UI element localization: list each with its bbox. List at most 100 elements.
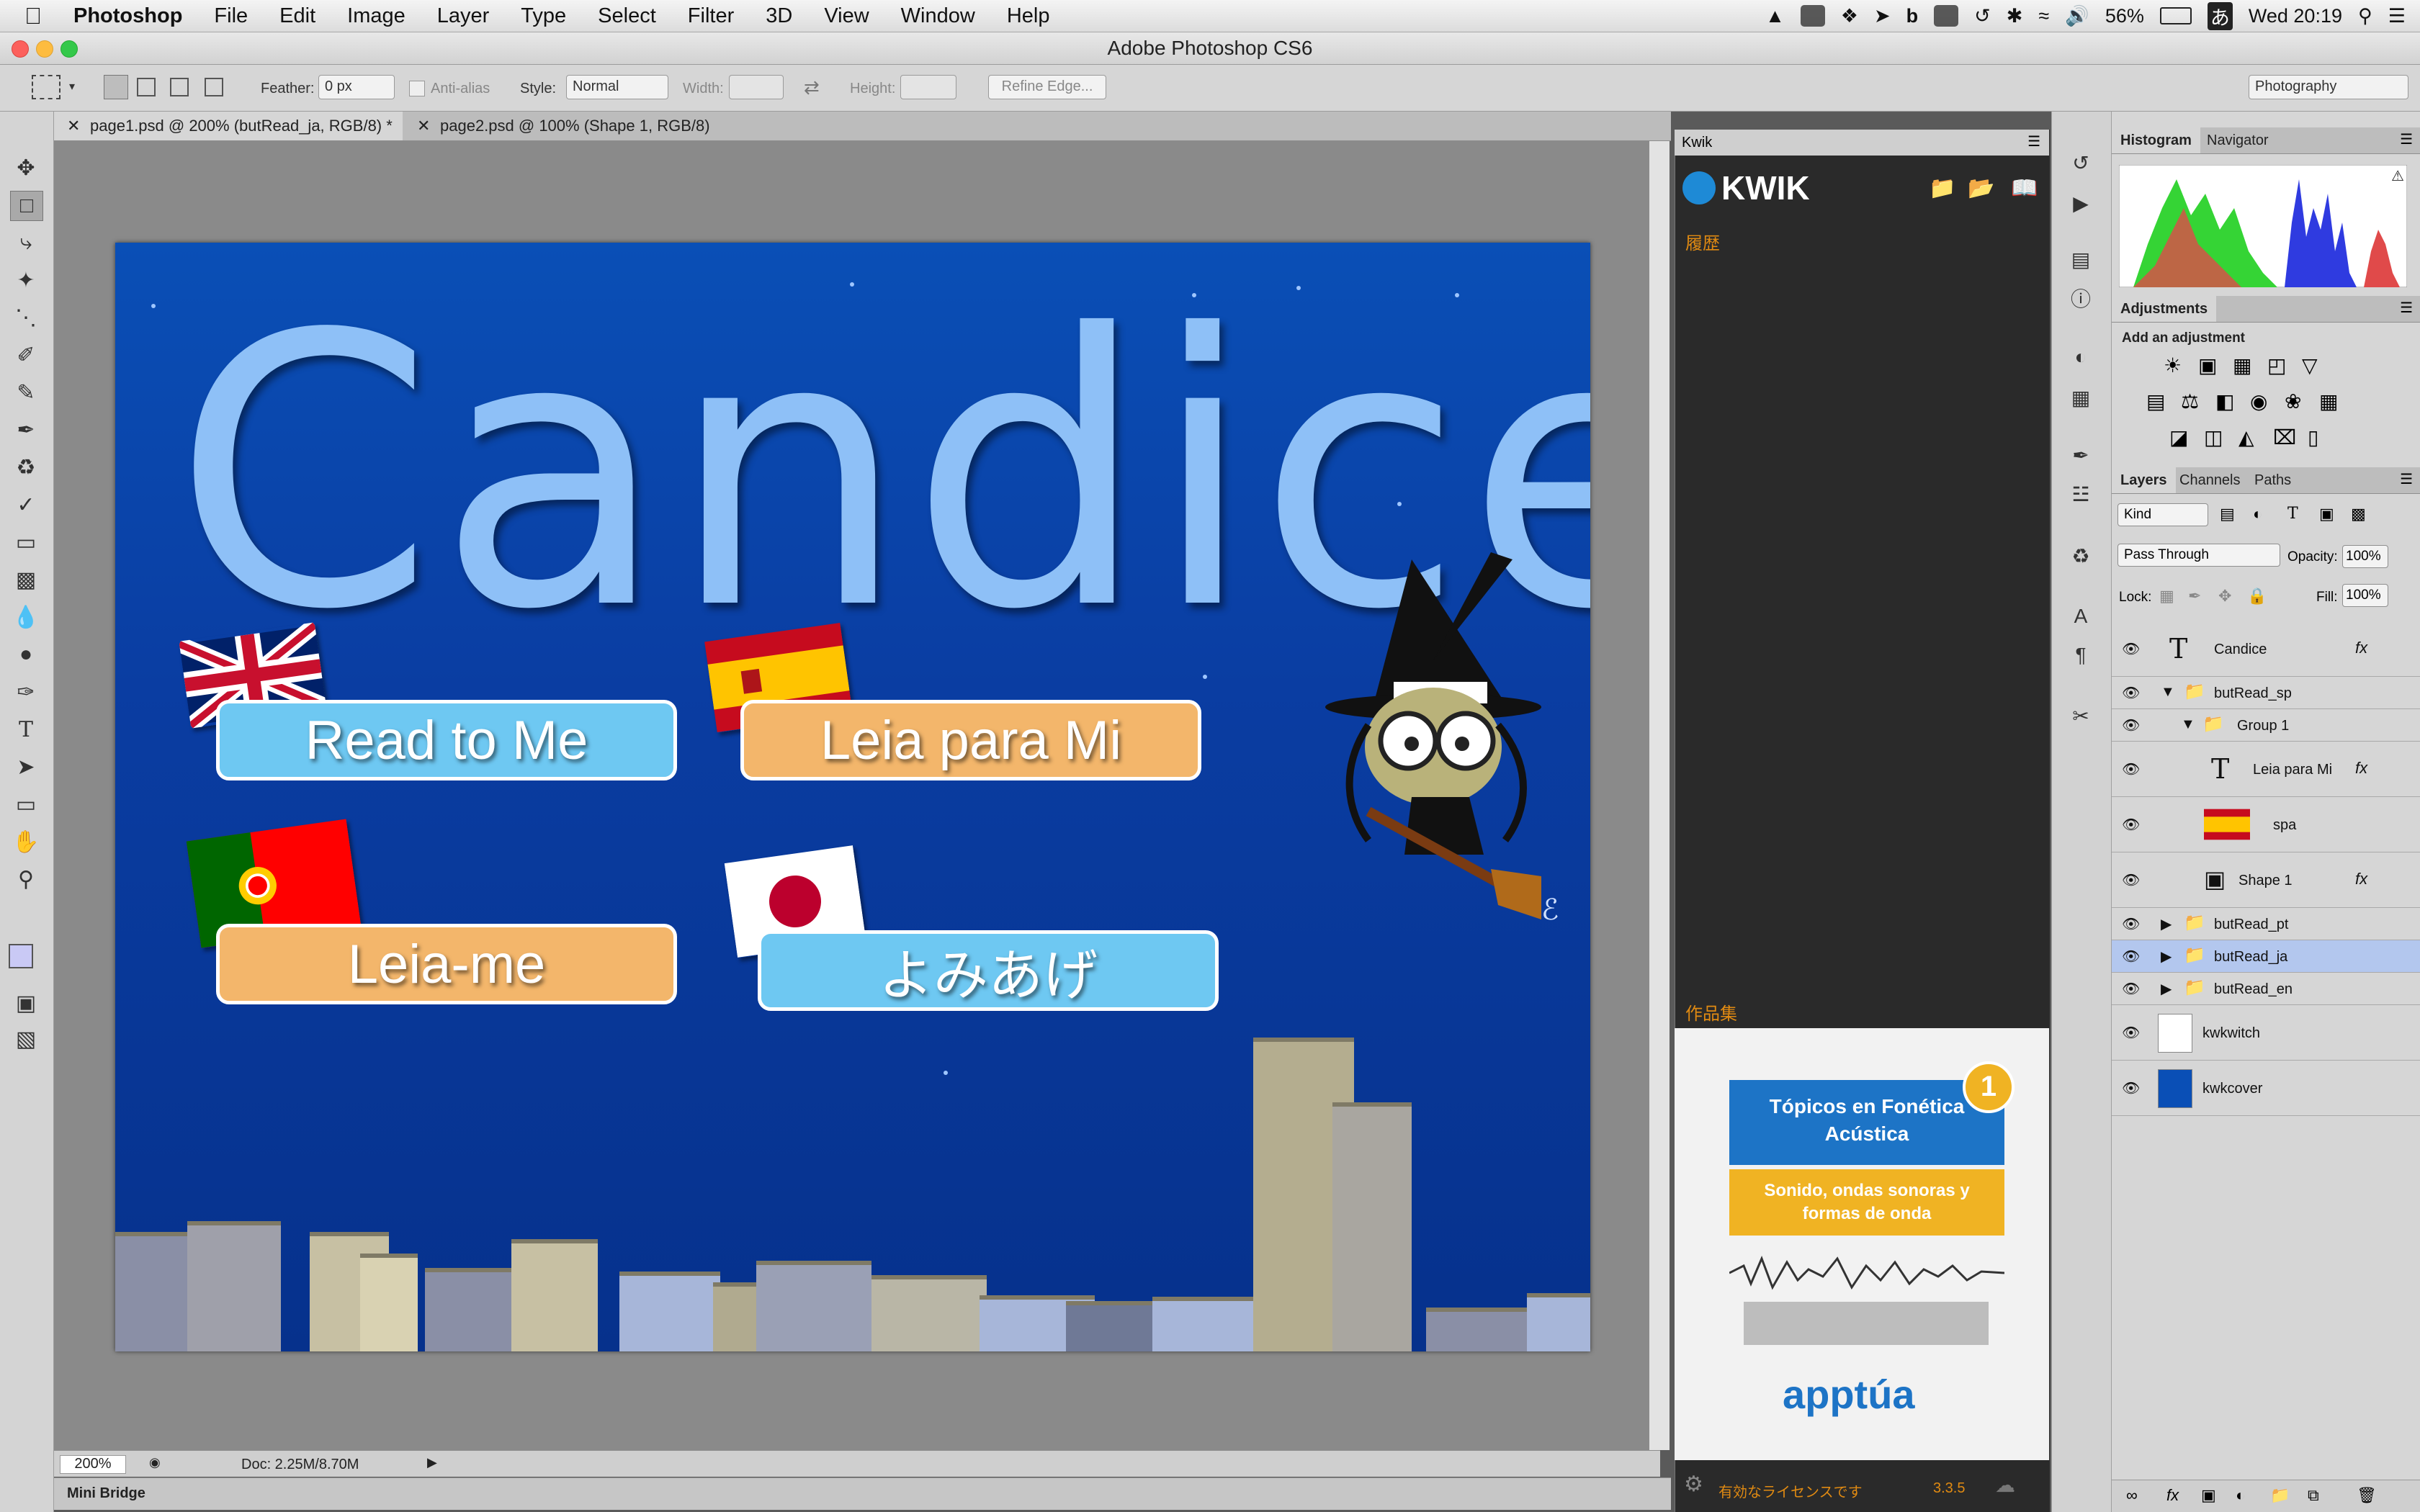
quick-mask-icon[interactable]: ▣: [10, 989, 42, 1017]
visibility-eye-icon[interactable]: 👁: [2122, 716, 2140, 734]
layer-row-butread-en[interactable]: 👁 ▶ 📁 butRead_en: [2112, 973, 2420, 1005]
character-panel-icon[interactable]: A: [2065, 603, 2097, 630]
canvas-vertical-scrollbar[interactable]: [1649, 141, 1670, 1450]
menu-3d[interactable]: 3D: [750, 4, 808, 28]
layer-name[interactable]: Leia para Mi: [2253, 762, 2332, 778]
menu-edit[interactable]: Edit: [264, 4, 331, 28]
workspace-select[interactable]: Photography: [2249, 75, 2408, 99]
layer-row-kwkcover[interactable]: 👁 kwkcover: [2112, 1061, 2420, 1116]
menu-type[interactable]: Type: [505, 4, 582, 28]
panel-menu-icon[interactable]: ☰: [2400, 299, 2413, 317]
proof-icon[interactable]: ◉: [149, 1455, 161, 1470]
lock-all-icon[interactable]: 🔒: [2247, 587, 2267, 606]
layer-row-spa[interactable]: 👁 spa: [2112, 797, 2420, 852]
clone-source-icon[interactable]: ♻: [2065, 542, 2097, 570]
layer-row-candice[interactable]: 👁 T Candice fx: [2112, 621, 2420, 677]
add-style-icon[interactable]: fx: [2166, 1486, 2179, 1505]
gradient-map-icon[interactable]: ▯: [2308, 426, 2318, 449]
tray-icon-1[interactable]: [1800, 5, 1825, 27]
input-method-indicator[interactable]: あ: [2207, 1, 2233, 30]
visibility-eye-icon[interactable]: 👁: [2122, 684, 2140, 702]
layer-name[interactable]: butRead_ja: [2214, 949, 2287, 966]
visibility-eye-icon[interactable]: 👁: [2122, 1079, 2140, 1097]
properties-panel-icon[interactable]: ▤: [2065, 246, 2097, 273]
black-white-icon[interactable]: ◧: [2215, 390, 2234, 413]
notification-icon[interactable]: ▲: [1765, 5, 1785, 27]
tray-icon-2[interactable]: ➤: [1874, 5, 1891, 27]
menu-image[interactable]: Image: [331, 4, 421, 28]
blend-mode-select[interactable]: Pass Through: [2118, 544, 2280, 567]
close-tab-icon[interactable]: ✕: [67, 112, 80, 140]
shape-tool-icon[interactable]: ▭: [10, 790, 42, 819]
visibility-eye-icon[interactable]: 👁: [2122, 980, 2140, 998]
layer-row-butread-pt[interactable]: 👁 ▶ 📁 butRead_pt: [2112, 908, 2420, 940]
foreground-color-swatch[interactable]: [9, 944, 33, 968]
zoom-tool-icon[interactable]: ⚲: [10, 865, 42, 894]
leia-para-mi-button[interactable]: Leia para Mi: [740, 700, 1201, 780]
curves-icon[interactable]: ▦: [2233, 354, 2251, 377]
delete-layer-icon[interactable]: 🗑: [2357, 1486, 2377, 1505]
invert-icon[interactable]: ◪: [2169, 426, 2188, 449]
layer-name[interactable]: Shape 1: [2238, 873, 2293, 889]
tab-navigator[interactable]: Navigator: [2198, 127, 2277, 153]
tray-icon-b[interactable]: b: [1906, 5, 1919, 27]
layer-row-kwkwitch[interactable]: 👁 kwkwitch: [2112, 1005, 2420, 1061]
screen-mode-icon[interactable]: ▧: [10, 1025, 42, 1053]
clock[interactable]: Wed 20:19: [2249, 5, 2342, 27]
volume-icon[interactable]: 🔊: [2065, 4, 2089, 27]
stamp-tool-icon[interactable]: ♻: [10, 453, 42, 482]
add-mask-icon[interactable]: ▣: [2201, 1486, 2216, 1505]
wifi-icon[interactable]: ≈: [2038, 5, 2049, 27]
bluetooth-icon[interactable]: ✱: [2007, 5, 2023, 27]
menu-layer[interactable]: Layer: [421, 4, 506, 28]
hue-saturation-icon[interactable]: ▤: [2146, 390, 2165, 413]
lasso-tool-icon[interactable]: ⤷: [10, 228, 42, 257]
collapsed-triangle-icon[interactable]: ▶: [2161, 915, 2172, 933]
antialias-checkbox[interactable]: [409, 81, 425, 96]
pen-tool-icon[interactable]: ✑: [10, 678, 42, 706]
dodge-tool-icon[interactable]: ●: [10, 640, 42, 669]
fx-icon[interactable]: fx: [2355, 639, 2367, 657]
brush-panel-icon[interactable]: ✒: [2065, 441, 2097, 469]
magic-wand-tool-icon[interactable]: ✦: [10, 266, 42, 294]
add-selection-icon[interactable]: [137, 78, 156, 96]
filter-adjustment-icon[interactable]: ◐: [2253, 505, 2262, 523]
new-layer-icon[interactable]: ⧉: [2308, 1486, 2319, 1505]
tab-channels[interactable]: Channels: [2171, 467, 2249, 493]
new-adjustment-layer-icon[interactable]: ◐: [2236, 1486, 2245, 1505]
kwik-open-icon[interactable]: 📂: [1968, 176, 1994, 201]
threshold-icon[interactable]: ◭: [2238, 426, 2254, 449]
lock-position-icon[interactable]: ✥: [2218, 587, 2231, 606]
tab-layers[interactable]: Layers: [2112, 467, 2176, 493]
tab-adjustments[interactable]: Adjustments: [2112, 296, 2217, 322]
lock-pixels-icon[interactable]: ✒: [2188, 587, 2201, 606]
color-panel-icon[interactable]: ◐: [2065, 343, 2097, 371]
subtract-selection-icon[interactable]: [170, 78, 189, 96]
visibility-eye-icon[interactable]: 👁: [2122, 760, 2140, 778]
paragraph-panel-icon[interactable]: ¶: [2065, 642, 2097, 669]
menu-window[interactable]: Window: [885, 4, 991, 28]
menu-filter[interactable]: Filter: [672, 4, 750, 28]
tab-page1[interactable]: ✕ page1.psd @ 200% (butRead_ja, RGB/8) *: [54, 112, 403, 140]
layer-row-leia-para-mi[interactable]: 👁 T Leia para Mi fx: [2112, 742, 2420, 797]
tray-icon-3[interactable]: [1934, 5, 1959, 27]
collapsed-triangle-icon[interactable]: ▶: [2161, 948, 2172, 966]
filter-pixel-icon[interactable]: ▤: [2220, 505, 2235, 523]
fx-icon[interactable]: fx: [2355, 870, 2367, 888]
channel-mixer-icon[interactable]: ❀: [2285, 390, 2301, 413]
crop-tool-icon[interactable]: ⋱: [10, 303, 42, 332]
tab-histogram[interactable]: Histogram: [2112, 127, 2200, 153]
kwik-tab[interactable]: Kwik: [1682, 135, 1712, 151]
panel-menu-icon[interactable]: ☰: [2400, 470, 2413, 488]
info-panel-icon[interactable]: ⓘ: [2065, 284, 2097, 312]
menu-help[interactable]: Help: [991, 4, 1066, 28]
layer-row-shape-1[interactable]: 👁 ▣ Shape 1 fx: [2112, 852, 2420, 908]
layer-kind-filter[interactable]: Kind: [2118, 503, 2208, 526]
tab-page2[interactable]: ✕ page2.psd @ 100% (Shape 1, RGB/8): [404, 112, 779, 140]
visibility-eye-icon[interactable]: 👁: [2122, 915, 2140, 933]
new-group-icon[interactable]: 📁: [2270, 1486, 2290, 1505]
time-machine-icon[interactable]: ↺: [1974, 5, 1991, 27]
move-tool-icon[interactable]: ✥: [10, 153, 42, 182]
collapsed-triangle-icon[interactable]: ▶: [2161, 980, 2172, 998]
menu-view[interactable]: View: [808, 4, 884, 28]
